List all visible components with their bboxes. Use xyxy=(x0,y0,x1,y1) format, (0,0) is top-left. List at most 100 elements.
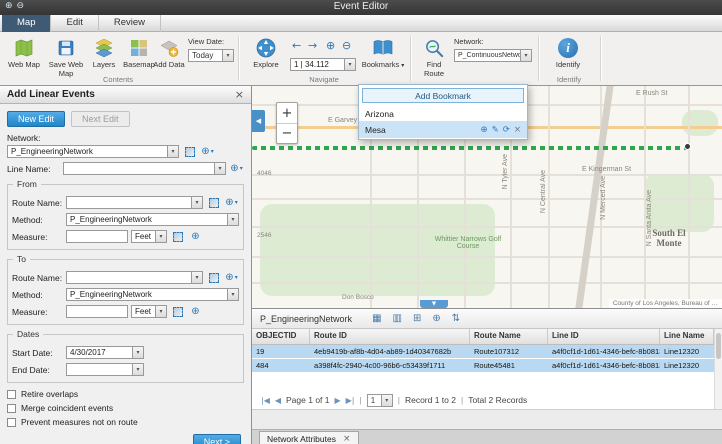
column-header[interactable]: Route Name xyxy=(470,329,548,344)
column-header[interactable]: Line Name xyxy=(660,329,714,344)
bookmark-refresh-icon[interactable]: ⟳ xyxy=(503,125,510,135)
prevent-measures-row: Prevent measures not on route xyxy=(7,417,244,427)
explore-button[interactable]: Explore xyxy=(246,35,286,70)
ribbon-tab-bar: Map Edit Review xyxy=(0,15,722,32)
line-name-label: Line Name: xyxy=(7,164,63,174)
zoom-tool-icon[interactable]: ⊕▾ xyxy=(224,271,239,284)
web-map-button[interactable]: Web Map xyxy=(4,35,44,70)
merge-coincident-checkbox[interactable] xyxy=(7,404,16,413)
prevent-measures-checkbox[interactable] xyxy=(7,418,16,427)
bookmark-item-mesa[interactable]: Mesa ⊕ ✎ ⟳ × xyxy=(359,121,527,138)
zoom-in-icon[interactable]: ⊕ xyxy=(326,39,335,52)
from-unit-select[interactable]: Feet▾ xyxy=(131,230,167,243)
tab-network-attributes[interactable]: Network Attributes × xyxy=(259,431,359,444)
find-route-icon xyxy=(416,35,452,61)
poi-label: Don Bosco xyxy=(342,294,374,301)
previous-page-icon[interactable]: ◀ xyxy=(275,396,281,405)
layers-icon xyxy=(87,35,121,61)
bookmark-item-arizona[interactable]: Arizona xyxy=(359,106,527,121)
table-collapse-tab[interactable]: ▼ xyxy=(420,300,448,308)
road xyxy=(252,256,722,258)
from-measure-input[interactable] xyxy=(66,230,128,243)
pick-measure-icon[interactable] xyxy=(170,230,185,243)
identify-button[interactable]: i Identify xyxy=(546,35,590,70)
close-icon[interactable]: × xyxy=(343,434,351,444)
zoom-tool-icon[interactable]: ⊕▾ xyxy=(229,162,244,175)
selected-route-line xyxy=(252,146,690,150)
first-page-icon[interactable]: |◀ xyxy=(261,396,270,405)
next-extent-icon[interactable]: → xyxy=(308,39,317,52)
zoom-tool-icon[interactable]: ⊕▾ xyxy=(224,196,239,209)
table-row[interactable]: 484 a398f4fc-2940-4c00-96b6-c53439f1711 … xyxy=(252,359,714,373)
pick-measure-icon[interactable] xyxy=(170,305,185,318)
zoom-tool-icon[interactable]: ⊕▾ xyxy=(200,145,215,158)
layers-button[interactable]: Layers xyxy=(87,35,121,70)
map-zoom-in-button[interactable]: + xyxy=(277,103,297,123)
record-total: Total 2 Records xyxy=(468,395,527,405)
column-header[interactable]: OBJECTID xyxy=(252,329,310,344)
from-method-select[interactable]: P_EngineeringNetwork▾ xyxy=(66,213,239,226)
start-date-input[interactable]: 4/30/2017▾ xyxy=(66,346,144,359)
from-route-name-select[interactable]: ▾ xyxy=(66,196,203,209)
view-date-select[interactable]: Today ▾ xyxy=(188,49,234,62)
ribbon-divider xyxy=(600,36,601,81)
add-bookmark-button[interactable]: Add Bookmark xyxy=(362,88,524,103)
tab-map[interactable]: Map xyxy=(2,15,51,32)
bookmarks-button[interactable]: Bookmarks ▾ xyxy=(360,35,406,71)
dropdown-icon: ▾ xyxy=(167,146,178,157)
line-name-select[interactable]: ▾ xyxy=(63,162,226,175)
table-options-icon[interactable]: ▦ xyxy=(372,313,381,324)
bookmarks-popup: Add Bookmark Arizona Mesa ⊕ ✎ ⟳ × xyxy=(358,84,528,140)
close-icon[interactable]: × xyxy=(235,88,244,101)
next-button[interactable]: Next > xyxy=(193,434,241,444)
select-on-map-icon[interactable] xyxy=(206,196,221,209)
zoom-tool-icon[interactable]: ⊕ xyxy=(188,305,203,318)
select-on-map-icon[interactable] xyxy=(206,271,221,284)
golf-course-label: Whittier Narrows Golf Course xyxy=(428,236,508,250)
layer-name: P_EngineeringNetwork xyxy=(260,314,352,324)
column-header[interactable]: Route ID xyxy=(310,329,470,344)
previous-extent-icon[interactable]: ← xyxy=(292,39,301,52)
tab-edit[interactable]: Edit xyxy=(51,15,98,32)
retire-overlaps-checkbox[interactable] xyxy=(7,390,16,399)
new-edit-button[interactable]: New Edit xyxy=(7,111,65,127)
select-on-map-icon[interactable] xyxy=(182,145,197,158)
street-label: E Rush St xyxy=(636,90,668,97)
zoom-to-selection-icon[interactable]: ⊕ xyxy=(432,313,440,324)
map-zoom-control: + − xyxy=(276,102,298,144)
map-attribution: County of Los Angeles, Bureau of … xyxy=(609,299,722,308)
column-header[interactable]: Line ID xyxy=(548,329,660,344)
add-data-button[interactable]: Add Data xyxy=(150,35,188,70)
zoom-tool-icon[interactable]: ⊕ xyxy=(188,230,203,243)
to-method-select[interactable]: P_EngineeringNetwork▾ xyxy=(66,288,239,301)
network-select[interactable]: P_EngineeringNetwork ▾ xyxy=(7,145,179,158)
bookmark-delete-icon[interactable]: × xyxy=(514,125,521,135)
last-page-icon[interactable]: ▶| xyxy=(346,396,355,405)
retire-overlaps-row: Retire overlaps xyxy=(7,389,244,399)
next-edit-button[interactable]: Next Edit xyxy=(71,111,130,127)
switch-selection-icon[interactable]: ⇅ xyxy=(452,313,460,324)
end-date-input[interactable]: ▾ xyxy=(66,363,144,376)
group-label-navigate: Navigate xyxy=(240,75,408,84)
save-web-map-button[interactable]: Save Web Map xyxy=(45,35,87,78)
zoom-out-icon[interactable]: ⊖ xyxy=(342,39,351,52)
panel-collapse-handle[interactable]: ◀ xyxy=(252,110,265,132)
bookmark-edit-icon[interactable]: ✎ xyxy=(492,125,499,135)
street-label: N Santa Anita Ave xyxy=(646,190,653,246)
panel-header: Add Linear Events × xyxy=(0,86,251,104)
find-route-button[interactable]: Find Route xyxy=(416,35,452,78)
next-page-icon[interactable]: ▶ xyxy=(335,396,341,405)
table-row[interactable]: 19 4eb9419b-af8b-4d04-ab89-1d40347682b R… xyxy=(252,345,714,359)
table-footer-strip xyxy=(252,409,722,429)
show-selected-records-icon[interactable]: ▥ xyxy=(393,313,402,324)
page-select[interactable]: 1 ▾ xyxy=(367,394,393,407)
clear-selection-icon[interactable]: ⊞ xyxy=(413,313,421,324)
to-measure-input[interactable] xyxy=(66,305,128,318)
to-route-name-select[interactable]: ▾ xyxy=(66,271,203,284)
to-unit-select[interactable]: Feet▾ xyxy=(131,305,167,318)
tab-review[interactable]: Review xyxy=(99,15,161,32)
route-network-select[interactable]: P_ContinuousNetwork ▾ xyxy=(454,49,532,62)
bookmark-zoom-icon[interactable]: ⊕ xyxy=(481,125,488,135)
map-zoom-out-button[interactable]: − xyxy=(277,123,297,143)
map-scale-input[interactable]: 1 | 34.112 ▾ xyxy=(290,58,356,71)
